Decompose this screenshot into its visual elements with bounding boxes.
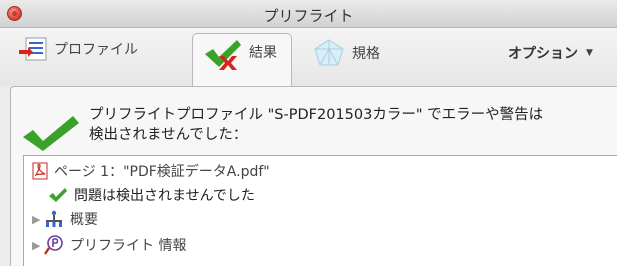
preflight-info-label: プリフライト 情報 xyxy=(70,238,187,254)
tree-item-overview[interactable]: ▶ 概要 xyxy=(32,208,98,230)
expand-triangle-icon[interactable]: ▶ xyxy=(32,239,44,252)
tree-item-no-issues[interactable]: 問題は検出されませんでした xyxy=(48,184,255,206)
profile-icon xyxy=(18,36,48,62)
standards-icon xyxy=(312,38,346,68)
overview-label: 概要 xyxy=(70,212,98,228)
result-summary: プリフライトプロファイル "S-PDF201503カラー" でエラーや警告は 検… xyxy=(21,95,611,155)
tree-item-page[interactable]: ページ 1："PDF検証データA.pdf" xyxy=(32,160,270,182)
success-check-icon xyxy=(21,113,81,157)
pdf-icon xyxy=(32,162,48,180)
tab-results-label: 結果 xyxy=(249,45,277,61)
options-label: オプション xyxy=(508,46,578,62)
check-icon xyxy=(48,187,68,203)
tab-profile-label: プロファイル xyxy=(54,42,138,58)
preflight-window: プリフライト プロファイル 結果 規格 オプション ▼ プリフライトプロファイル… xyxy=(0,0,617,266)
tree-item-preflight-info[interactable]: ▶ プリフライト 情報 xyxy=(32,234,186,256)
results-panel: プリフライトプロファイル "S-PDF201503カラー" でエラーや警告は 検… xyxy=(10,86,617,266)
options-menu[interactable]: オプション ▼ xyxy=(508,24,593,82)
tab-standards-label: 規格 xyxy=(352,46,380,62)
check-error-icon xyxy=(203,36,243,72)
summary-line-1: プリフライトプロファイル "S-PDF201503カラー" でエラーや警告は xyxy=(89,107,544,123)
overview-icon xyxy=(44,210,64,228)
summary-line-2: 検出されませんでした： xyxy=(89,127,248,143)
page-label: ページ 1："PDF検証データA.pdf" xyxy=(54,164,270,180)
tab-standards[interactable]: 規格 xyxy=(312,24,380,82)
no-issues-label: 問題は検出されませんでした xyxy=(74,188,255,204)
expand-triangle-icon[interactable]: ▶ xyxy=(32,213,44,226)
tab-bar: プロファイル 結果 規格 オプション ▼ xyxy=(0,28,617,89)
summary-message: プリフライトプロファイル "S-PDF201503カラー" でエラーや警告は 検… xyxy=(89,105,611,145)
tab-profile[interactable]: プロファイル xyxy=(18,20,138,78)
results-tree: ページ 1："PDF検証データA.pdf" 問題は検出されませんでした ▶ 概要… xyxy=(23,155,617,266)
preflight-info-icon xyxy=(44,235,64,255)
chevron-down-icon: ▼ xyxy=(586,48,593,58)
tab-results[interactable]: 結果 xyxy=(192,33,292,89)
